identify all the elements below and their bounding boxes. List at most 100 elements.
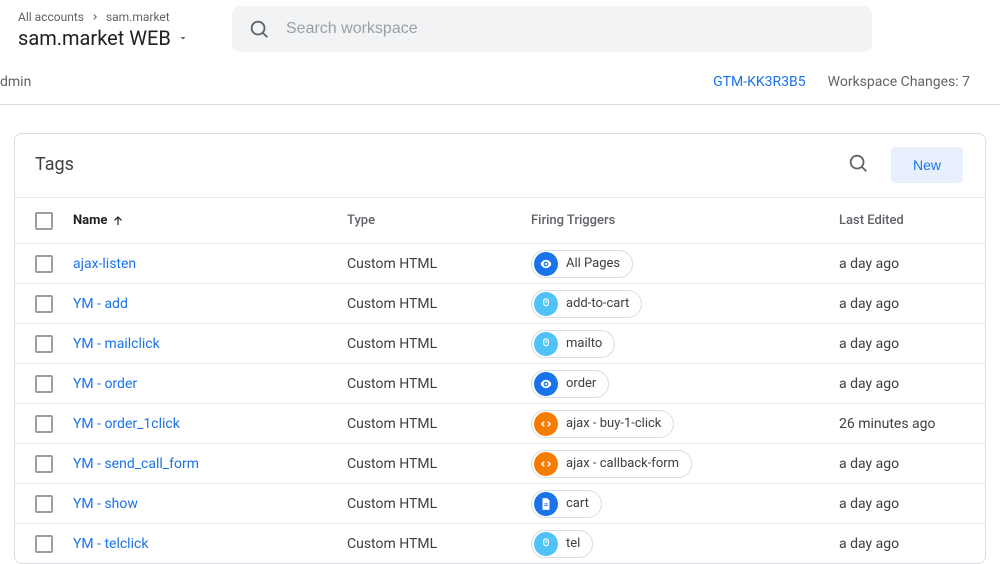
row-checkbox[interactable] <box>35 415 53 433</box>
workspace-selector[interactable]: sam.market WEB <box>18 26 208 50</box>
tag-name-link[interactable]: YM - telclick <box>73 536 148 552</box>
trigger-chip[interactable]: tel <box>531 530 593 558</box>
search-box[interactable] <box>232 6 872 52</box>
table-row[interactable]: YM - send_call_form Custom HTML ajax - c… <box>15 443 985 483</box>
click-icon <box>539 297 553 311</box>
tag-type: Custom HTML <box>347 416 531 432</box>
trigger-label: tel <box>566 536 580 551</box>
tag-trigger-cell: cart <box>531 490 839 518</box>
code-icon-wrapper <box>534 412 558 436</box>
row-checkbox[interactable] <box>35 375 53 393</box>
table-row[interactable]: YM - order_1click Custom HTML ajax - buy… <box>15 403 985 443</box>
sub-bar-right: GTM-KK3R3B5 Workspace Changes: 7 <box>713 74 970 90</box>
tag-trigger-cell: order <box>531 370 839 398</box>
click-icon <box>539 537 553 551</box>
document-icon <box>539 497 553 511</box>
column-header-name[interactable]: Name <box>73 213 347 228</box>
tag-name-link[interactable]: YM - add <box>73 296 128 312</box>
table-row[interactable]: YM - order Custom HTML order a day ago <box>15 363 985 403</box>
trigger-label: All Pages <box>566 256 620 271</box>
trigger-chip[interactable]: ajax - callback-form <box>531 450 692 478</box>
trigger-label: mailto <box>566 336 602 351</box>
breadcrumb-root[interactable]: All accounts <box>18 10 84 24</box>
code-icon-wrapper <box>534 452 558 476</box>
tag-last-edited: a day ago <box>839 496 965 512</box>
row-checkbox[interactable] <box>35 455 53 473</box>
tag-name-link[interactable]: YM - order <box>73 376 137 392</box>
row-checkbox[interactable] <box>35 495 53 513</box>
tag-name-link[interactable]: YM - show <box>73 496 138 512</box>
tag-type: Custom HTML <box>347 496 531 512</box>
tag-type: Custom HTML <box>347 376 531 392</box>
code-icon <box>539 457 553 471</box>
tag-name-link[interactable]: YM - mailclick <box>73 336 160 352</box>
trigger-label: order <box>566 376 596 391</box>
tag-trigger-cell: add-to-cart <box>531 290 839 318</box>
tag-trigger-cell: mailto <box>531 330 839 358</box>
tag-type: Custom HTML <box>347 456 531 472</box>
tag-type: Custom HTML <box>347 536 531 552</box>
breadcrumb-account[interactable]: sam.market <box>106 10 170 24</box>
tag-last-edited: a day ago <box>839 456 965 472</box>
trigger-chip[interactable]: ajax - buy-1-click <box>531 410 674 438</box>
trigger-label: ajax - buy-1-click <box>566 416 661 431</box>
trigger-chip[interactable]: All Pages <box>531 250 633 278</box>
row-checkbox[interactable] <box>35 535 53 553</box>
table-row[interactable]: YM - add Custom HTML add-to-cart a day a… <box>15 283 985 323</box>
row-checkbox[interactable] <box>35 255 53 273</box>
column-header-triggers[interactable]: Firing Triggers <box>531 213 839 228</box>
trigger-label: cart <box>566 496 589 511</box>
breadcrumb-area: All accounts sam.market sam.market WEB <box>18 8 208 50</box>
tag-type: Custom HTML <box>347 256 531 272</box>
tag-type: Custom HTML <box>347 336 531 352</box>
click-icon-wrapper <box>534 532 558 556</box>
chevron-right-icon <box>90 12 100 22</box>
column-header-edited[interactable]: Last Edited <box>839 213 965 228</box>
sub-bar: dmin GTM-KK3R3B5 Workspace Changes: 7 <box>0 64 1000 105</box>
select-all-checkbox[interactable] <box>35 212 53 230</box>
col-name-label: Name <box>73 213 107 228</box>
trigger-chip[interactable]: order <box>531 370 609 398</box>
trigger-label: ajax - callback-form <box>566 456 679 471</box>
table-row[interactable]: ajax-listen Custom HTML All Pages a day … <box>15 243 985 283</box>
search-icon <box>847 152 869 174</box>
panel-title: Tags <box>35 154 74 175</box>
tag-name-link[interactable]: YM - order_1click <box>73 416 180 432</box>
row-checkbox[interactable] <box>35 295 53 313</box>
tag-trigger-cell: ajax - buy-1-click <box>531 410 839 438</box>
new-button[interactable]: New <box>891 147 963 183</box>
tag-type: Custom HTML <box>347 296 531 312</box>
click-icon-wrapper <box>534 332 558 356</box>
panel-search-button[interactable] <box>841 146 875 183</box>
panel-actions: New <box>841 146 963 183</box>
column-header-type[interactable]: Type <box>347 213 531 228</box>
table-row[interactable]: YM - show Custom HTML cart a day ago <box>15 483 985 523</box>
table-row[interactable]: YM - mailclick Custom HTML mailto a day … <box>15 323 985 363</box>
subbar-text: dmin <box>0 74 31 90</box>
click-icon <box>539 337 553 351</box>
tag-last-edited: a day ago <box>839 256 965 272</box>
tag-trigger-cell: tel <box>531 530 839 558</box>
row-checkbox[interactable] <box>35 335 53 353</box>
top-bar: All accounts sam.market sam.market WEB <box>0 0 1000 64</box>
eye-icon <box>539 377 553 391</box>
workspace-changes-label: Workspace Changes: 7 <box>828 74 970 90</box>
eye-icon <box>539 257 553 271</box>
click-icon-wrapper <box>534 292 558 316</box>
trigger-chip[interactable]: mailto <box>531 330 615 358</box>
doc-icon-wrapper <box>534 492 558 516</box>
tag-last-edited: a day ago <box>839 376 965 392</box>
code-icon <box>539 417 553 431</box>
trigger-chip[interactable]: add-to-cart <box>531 290 642 318</box>
table-row[interactable]: YM - telclick Custom HTML tel a day ago <box>15 523 985 563</box>
table-body: ajax-listen Custom HTML All Pages a day … <box>15 243 985 563</box>
trigger-chip[interactable]: cart <box>531 490 602 518</box>
search-input[interactable] <box>286 20 856 38</box>
caret-down-icon <box>177 32 189 44</box>
arrow-up-icon <box>111 214 125 228</box>
tag-name-link[interactable]: ajax-listen <box>73 256 136 272</box>
tag-last-edited: a day ago <box>839 336 965 352</box>
tag-name-link[interactable]: YM - send_call_form <box>73 456 199 472</box>
panel-header: Tags New <box>15 134 985 197</box>
container-id-link[interactable]: GTM-KK3R3B5 <box>713 74 806 90</box>
